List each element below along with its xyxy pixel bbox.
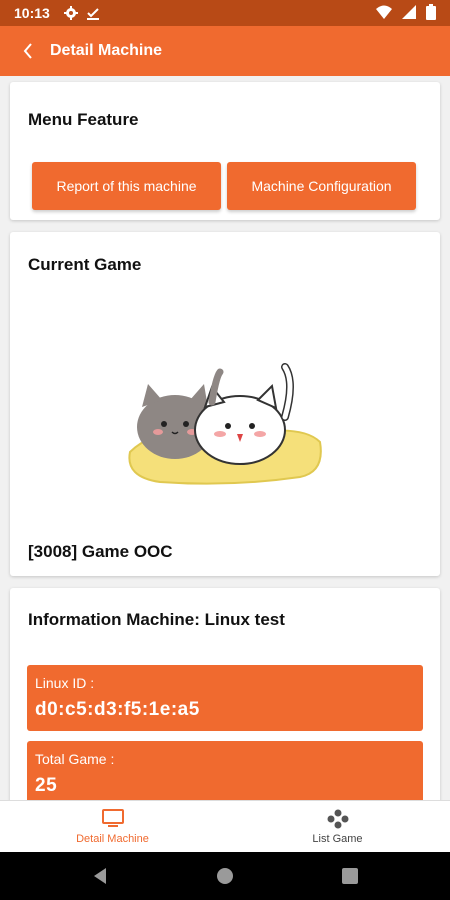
total-game-label: Total Game : xyxy=(35,751,115,767)
status-time: 10:13 xyxy=(14,5,50,21)
menu-feature-card: Menu Feature Report of this machine Mach… xyxy=(10,82,440,220)
linux-id-box: Linux ID : d0:c5:d3:f5:1e:a5 xyxy=(27,665,423,731)
system-recents-icon[interactable] xyxy=(340,866,360,886)
total-game-box: Total Game : 25 xyxy=(27,741,423,800)
gamepad-icon xyxy=(327,808,349,830)
current-game-name: [3008] Game OOC xyxy=(28,542,173,561)
system-navigation-bar xyxy=(0,852,450,900)
monitor-icon xyxy=(101,808,124,830)
linux-id-label: Linux ID : xyxy=(35,675,95,691)
system-back-icon[interactable] xyxy=(90,866,110,886)
back-arrow-icon[interactable] xyxy=(16,39,40,63)
download-done-icon xyxy=(86,6,100,20)
signal-icon xyxy=(402,4,416,22)
information-machine-title: Information Machine: Linux test xyxy=(28,610,285,629)
bottom-navigation: Detail Machine List Game xyxy=(0,800,450,852)
page-title: Detail Machine xyxy=(50,42,163,59)
game-cover-image xyxy=(128,363,322,485)
report-machine-button[interactable]: Report of this machine xyxy=(32,162,221,210)
menu-feature-title: Menu Feature xyxy=(28,110,139,129)
current-game-title: Current Game xyxy=(28,255,142,274)
current-game-card: Current Game [3008] Game OOC xyxy=(10,232,440,576)
nav-detail-machine[interactable]: Detail Machine xyxy=(0,801,225,852)
app-bar: Detail Machine xyxy=(0,26,450,76)
nav-list-game-label: List Game xyxy=(312,833,363,845)
total-game-value: 25 xyxy=(35,775,58,796)
system-home-icon[interactable] xyxy=(215,866,235,886)
wifi-icon xyxy=(376,5,392,22)
battery-icon xyxy=(426,3,436,23)
machine-configuration-button[interactable]: Machine Configuration xyxy=(227,162,416,210)
linux-id-value: d0:c5:d3:f5:1e:a5 xyxy=(35,699,200,720)
settings-gear-icon xyxy=(63,6,78,20)
content-scroll-area[interactable]: Menu Feature Report of this machine Mach… xyxy=(0,76,450,800)
nav-list-game[interactable]: List Game xyxy=(225,801,450,852)
status-bar: 10:13 xyxy=(0,0,450,26)
nav-detail-machine-label: Detail Machine xyxy=(76,833,149,845)
information-machine-card: Information Machine: Linux test Linux ID… xyxy=(10,588,440,800)
